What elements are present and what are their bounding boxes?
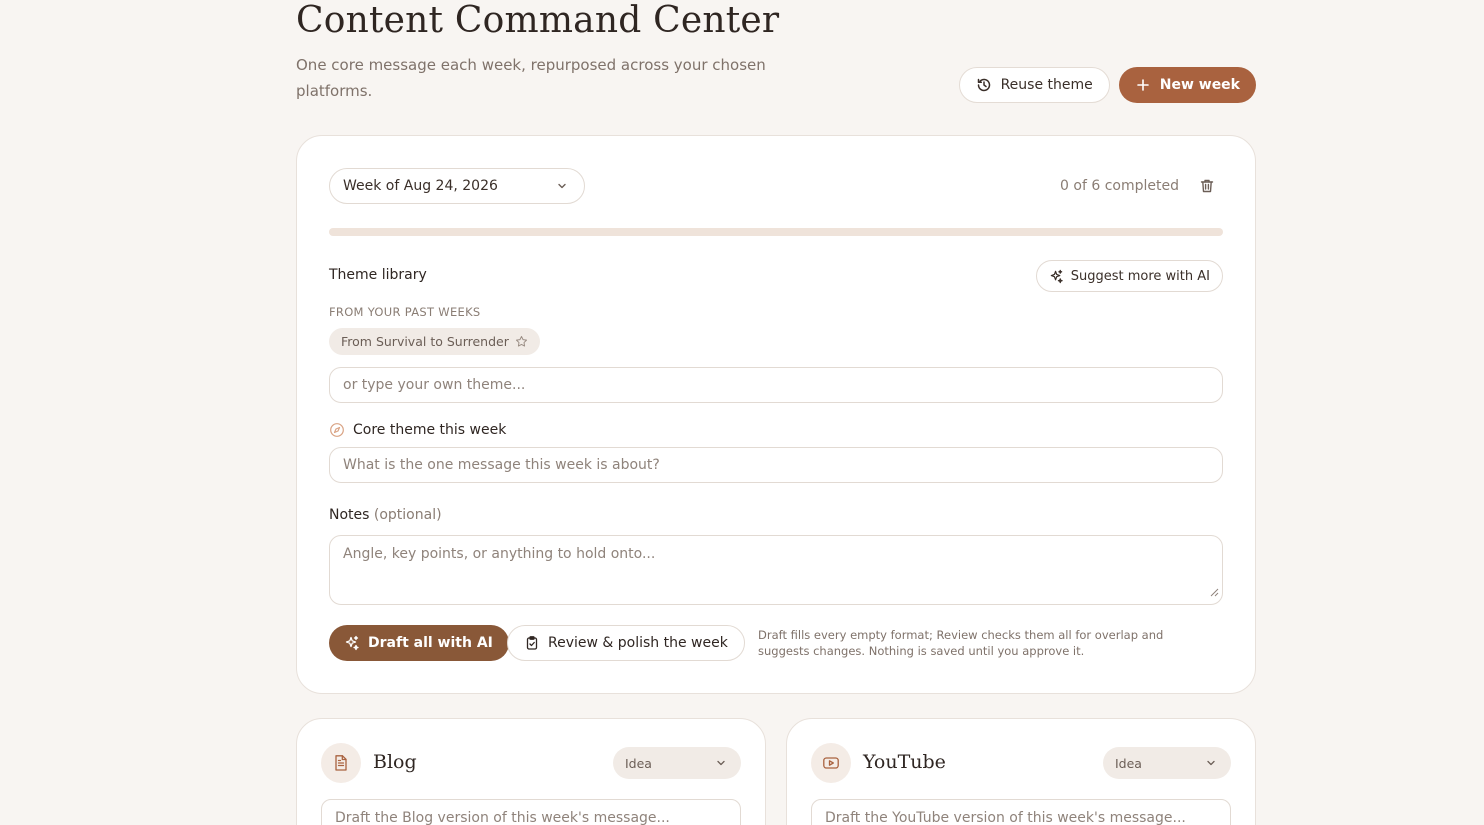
chevron-down-icon bbox=[554, 178, 570, 194]
week-select[interactable]: Week of Aug 24, 2026 bbox=[329, 168, 585, 204]
week-card: Week of Aug 24, 2026 0 of 6 completed Th… bbox=[296, 135, 1256, 694]
sparkles-icon bbox=[1049, 268, 1065, 284]
reuse-theme-button[interactable]: Reuse theme bbox=[958, 67, 1110, 103]
new-week-label: New week bbox=[1159, 77, 1240, 93]
progress-bar bbox=[329, 228, 1223, 236]
notes-heading: Notes (optional) bbox=[329, 507, 442, 523]
sparkles-icon bbox=[344, 635, 360, 651]
past-weeks-label: FROM YOUR PAST WEEKS bbox=[329, 305, 481, 319]
suggest-more-button[interactable]: Suggest more with AI bbox=[1035, 260, 1223, 292]
youtube-icon bbox=[811, 743, 851, 783]
own-theme-placeholder: or type your own theme... bbox=[343, 377, 526, 393]
chevron-down-icon bbox=[713, 755, 729, 771]
chevron-down-icon bbox=[1203, 755, 1219, 771]
core-theme-label: Core theme this week bbox=[353, 422, 507, 438]
draft-all-label: Draft all with AI bbox=[368, 635, 493, 651]
status-value: Idea bbox=[625, 755, 652, 771]
completed-count: 0 of 6 completed bbox=[1060, 178, 1179, 194]
theme-library-label: Theme library bbox=[329, 267, 427, 283]
draft-input[interactable]: Draft the YouTube version of this week's… bbox=[811, 799, 1231, 825]
header-actions: Reuse theme New week bbox=[958, 67, 1256, 103]
week-select-value: Week of Aug 24, 2026 bbox=[343, 178, 498, 194]
status-value: Idea bbox=[1115, 755, 1142, 771]
draft-all-button[interactable]: Draft all with AI bbox=[329, 625, 509, 661]
new-week-button[interactable]: New week bbox=[1118, 67, 1256, 103]
format-name: YouTube bbox=[863, 751, 946, 773]
plus-icon bbox=[1135, 77, 1151, 93]
notes-label: Notes bbox=[329, 507, 370, 523]
page: Content Command Center One core message … bbox=[0, 0, 1484, 825]
notes-optional: (optional) bbox=[373, 507, 442, 523]
notes-placeholder: Angle, key points, or anything to hold o… bbox=[343, 546, 656, 562]
document-icon bbox=[321, 743, 361, 783]
core-theme-input[interactable]: What is the one message this week is abo… bbox=[329, 447, 1223, 483]
core-theme-heading: Core theme this week bbox=[329, 422, 506, 438]
draft-placeholder: Draft the YouTube version of this week's… bbox=[825, 810, 1186, 825]
page-subtitle: One core message each week, repurposed a… bbox=[296, 56, 766, 100]
notes-textarea[interactable]: Angle, key points, or anything to hold o… bbox=[329, 535, 1223, 605]
page-title: Content Command Center bbox=[296, 0, 780, 41]
past-theme-chip[interactable]: From Survival to Surrender bbox=[329, 328, 540, 355]
resize-handle-icon[interactable] bbox=[1210, 585, 1219, 601]
clipboard-check-icon bbox=[524, 635, 540, 651]
draft-input[interactable]: Draft the Blog version of this week's me… bbox=[321, 799, 741, 825]
action-hint: Draft fills every empty format; Review c… bbox=[758, 628, 1164, 658]
review-polish-label: Review & polish the week bbox=[548, 635, 728, 651]
trash-icon[interactable] bbox=[1199, 178, 1215, 194]
review-polish-button[interactable]: Review & polish the week bbox=[507, 625, 745, 661]
suggest-more-label: Suggest more with AI bbox=[1070, 268, 1210, 284]
status-select[interactable]: Idea bbox=[1103, 747, 1231, 779]
format-card-blog: Blog Idea Draft the Blog version of this… bbox=[296, 718, 766, 825]
history-icon bbox=[976, 77, 992, 93]
star-icon[interactable] bbox=[514, 334, 530, 350]
format-name: Blog bbox=[373, 751, 417, 773]
core-theme-placeholder: What is the one message this week is abo… bbox=[343, 457, 660, 473]
format-card-youtube: YouTube Idea Draft the YouTube version o… bbox=[786, 718, 1256, 825]
status-select[interactable]: Idea bbox=[613, 747, 741, 779]
past-theme-label: From Survival to Surrender bbox=[341, 334, 509, 349]
reuse-theme-label: Reuse theme bbox=[1000, 77, 1093, 93]
own-theme-input[interactable]: or type your own theme... bbox=[329, 367, 1223, 403]
compass-icon bbox=[329, 422, 345, 438]
draft-placeholder: Draft the Blog version of this week's me… bbox=[335, 810, 670, 825]
